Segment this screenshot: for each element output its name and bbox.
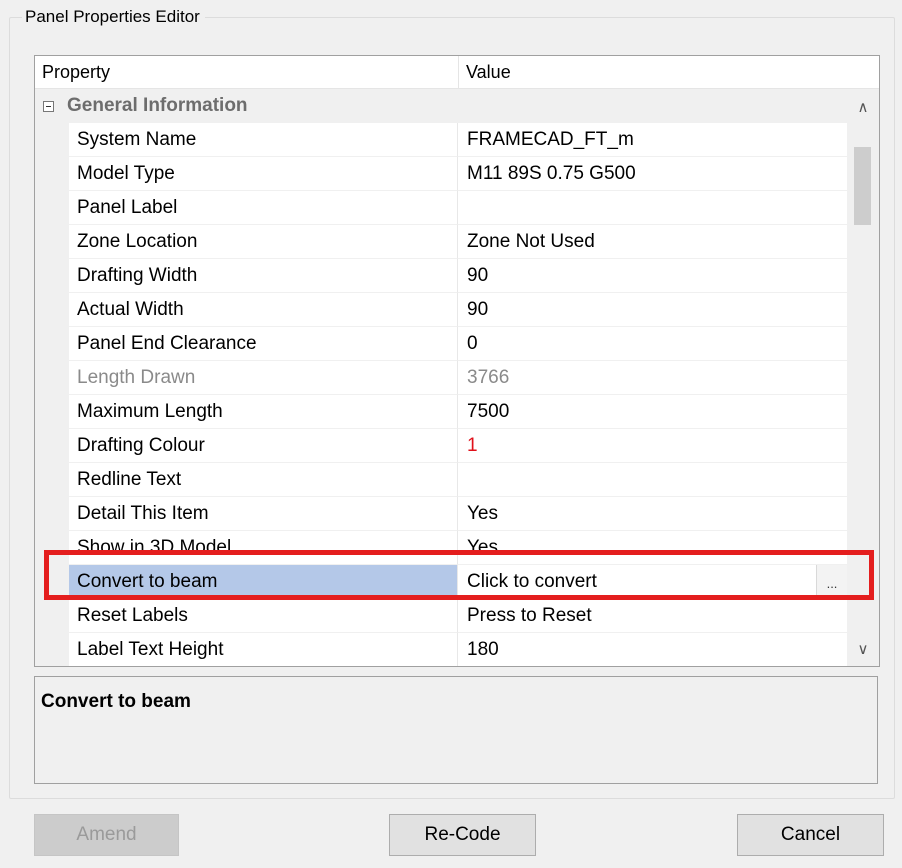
grid-row-label-text-height[interactable]: Label Text Height 180 xyxy=(35,633,847,666)
property-name: Redline Text xyxy=(69,463,458,497)
grid-row-zone-location[interactable]: Zone Location Zone Not Used xyxy=(35,225,847,259)
grid-row-actual-width[interactable]: Actual Width 90 xyxy=(35,293,847,327)
recode-button[interactable]: Re-Code xyxy=(389,814,536,856)
property-value[interactable] xyxy=(458,463,847,497)
property-name: Zone Location xyxy=(69,225,458,259)
grid-row-reset-labels[interactable]: Reset Labels Press to Reset xyxy=(35,599,847,633)
grid-row-panel-end-clearance[interactable]: Panel End Clearance 0 xyxy=(35,327,847,361)
property-value-text: Click to convert xyxy=(467,571,597,592)
row-gutter xyxy=(35,293,69,327)
property-value[interactable]: 90 xyxy=(458,259,847,293)
property-value[interactable]: Click to convert ... xyxy=(458,565,847,599)
row-gutter xyxy=(35,633,69,666)
property-value[interactable]: Press to Reset xyxy=(458,599,847,633)
row-gutter xyxy=(35,463,69,497)
collapse-toggle-icon[interactable] xyxy=(43,100,54,112)
scroll-down-icon[interactable]: ∨ xyxy=(847,635,879,665)
property-name: Panel End Clearance xyxy=(69,327,458,361)
property-name: Detail This Item xyxy=(69,497,458,531)
ellipsis-button[interactable]: ... xyxy=(816,565,847,598)
property-value[interactable]: M11 89S 0.75 G500 xyxy=(458,157,847,191)
grid-row-redline-text[interactable]: Redline Text xyxy=(35,463,847,497)
property-value[interactable]: Yes xyxy=(458,497,847,531)
grid-row-system-name[interactable]: System Name FRAMECAD_FT_m xyxy=(35,123,847,157)
property-column-header[interactable]: Property xyxy=(35,56,459,88)
property-name: Label Text Height xyxy=(69,633,458,666)
scroll-up-icon[interactable]: ∧ xyxy=(847,93,879,123)
row-gutter xyxy=(35,327,69,361)
row-gutter xyxy=(35,395,69,429)
row-gutter xyxy=(35,123,69,157)
property-name: Reset Labels xyxy=(69,599,458,633)
property-value[interactable]: 90 xyxy=(458,293,847,327)
property-name: Show in 3D Model xyxy=(69,531,458,565)
property-grid: Property Value General Information Syste… xyxy=(34,55,880,667)
vertical-scrollbar[interactable]: ∧ ∨ xyxy=(847,89,879,666)
property-value: 3766 xyxy=(458,361,847,395)
property-name: Drafting Colour xyxy=(69,429,458,463)
description-panel: Convert to beam xyxy=(34,676,878,784)
row-gutter xyxy=(35,157,69,191)
grid-row-drafting-width[interactable]: Drafting Width 90 xyxy=(35,259,847,293)
property-name: System Name xyxy=(69,123,458,157)
row-gutter xyxy=(35,497,69,531)
property-value[interactable]: FRAMECAD_FT_m xyxy=(458,123,847,157)
scrollbar-thumb[interactable] xyxy=(854,147,871,225)
row-gutter xyxy=(35,429,69,463)
row-gutter xyxy=(35,565,69,599)
property-name: Convert to beam xyxy=(69,565,458,599)
row-gutter xyxy=(35,361,69,395)
groupbox-title: Panel Properties Editor xyxy=(22,7,205,27)
property-value[interactable] xyxy=(458,191,847,225)
grid-row-drafting-colour[interactable]: Drafting Colour 1 xyxy=(35,429,847,463)
property-name: Actual Width xyxy=(69,293,458,327)
property-name: Maximum Length xyxy=(69,395,458,429)
category-general-information[interactable]: General Information xyxy=(35,89,847,123)
cancel-button[interactable]: Cancel xyxy=(737,814,884,856)
property-value[interactable]: 1 xyxy=(458,429,847,463)
property-name: Drafting Width xyxy=(69,259,458,293)
property-name: Model Type xyxy=(69,157,458,191)
property-value[interactable]: 7500 xyxy=(458,395,847,429)
grid-row-panel-label[interactable]: Panel Label xyxy=(35,191,847,225)
panel-properties-dialog: Panel Properties Editor Property Value G… xyxy=(0,0,902,868)
grid-row-maximum-length[interactable]: Maximum Length 7500 xyxy=(35,395,847,429)
category-label: General Information xyxy=(67,95,248,116)
grid-row-show-in-3d-model[interactable]: Show in 3D Model Yes xyxy=(35,531,847,565)
row-gutter xyxy=(35,225,69,259)
value-column-header[interactable]: Value xyxy=(459,56,879,88)
property-value[interactable]: 180 xyxy=(458,633,847,666)
amend-button[interactable]: Amend xyxy=(34,814,179,856)
property-value[interactable]: Zone Not Used xyxy=(458,225,847,259)
grid-row-model-type[interactable]: Model Type M11 89S 0.75 G500 xyxy=(35,157,847,191)
row-gutter xyxy=(35,531,69,565)
property-value[interactable]: 0 xyxy=(458,327,847,361)
property-value[interactable]: Yes xyxy=(458,531,847,565)
grid-row-detail-this-item[interactable]: Detail This Item Yes xyxy=(35,497,847,531)
grid-row-length-drawn: Length Drawn 3766 xyxy=(35,361,847,395)
row-gutter xyxy=(35,599,69,633)
property-name: Length Drawn xyxy=(69,361,458,395)
row-gutter xyxy=(35,191,69,225)
description-title: Convert to beam xyxy=(41,691,191,712)
row-gutter xyxy=(35,259,69,293)
grid-header: Property Value xyxy=(35,56,879,89)
property-name: Panel Label xyxy=(69,191,458,225)
property-rows: General Information System Name FRAMECAD… xyxy=(35,89,847,666)
grid-row-convert-to-beam[interactable]: Convert to beam Click to convert ... xyxy=(35,565,847,599)
